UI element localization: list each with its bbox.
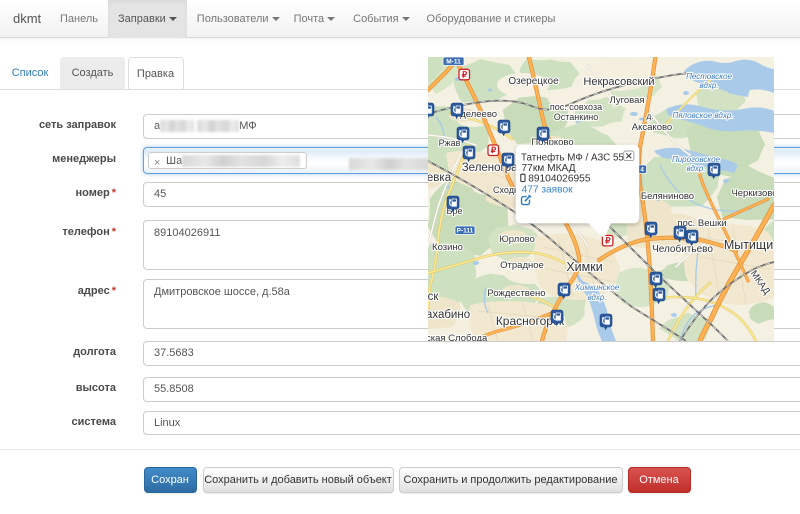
svg-text:Отрадное: Отрадное (500, 260, 544, 271)
svg-text:ахабино: ахабино (428, 309, 470, 321)
svg-text:477 заявок: 477 заявок (522, 185, 574, 196)
svg-text:М-11: М-11 (446, 59, 461, 66)
svg-text:₽: ₽ (462, 70, 468, 80)
svg-text:ск: ск (428, 291, 439, 303)
svg-text:₽: ₽ (605, 236, 611, 246)
svg-text:Озерецкое: Озерецкое (508, 76, 559, 87)
svg-text:Татнефть МФ / АЗС 55: Татнефть МФ / АЗС 55 (521, 152, 624, 163)
svg-text:вдхр.: вдхр. (699, 81, 718, 90)
svg-text:ская Слобода: ская Слобода (428, 333, 488, 341)
svg-text:Мытищи: Мытищи (724, 238, 773, 252)
svg-text:вдхр.: вдхр. (686, 164, 705, 173)
svg-text:77км МКАД: 77км МКАД (522, 163, 576, 174)
svg-text:Некрасовский: Некрасовский (583, 76, 654, 88)
svg-text:Козино: Козино (432, 242, 463, 253)
svg-text:Химкинское: Химкинское (574, 283, 620, 292)
svg-text:89104026955: 89104026955 (528, 174, 591, 185)
svg-text:Рождествено: Рождествено (487, 288, 545, 299)
svg-text:д.: д. (646, 111, 653, 121)
svg-text:Луговая: Луговая (610, 95, 645, 106)
svg-text:Пестовское: Пестовское (686, 72, 732, 81)
svg-text:пос. совхоза: пос. совхоза (550, 102, 602, 112)
svg-text:Пироговское: Пироговское (672, 155, 721, 164)
svg-text:₽: ₽ (491, 145, 497, 155)
svg-text:Р-111: Р-111 (457, 228, 474, 235)
svg-text:вдхр.: вдхр. (587, 293, 606, 302)
svg-text:Аксаково: Аксаково (632, 122, 672, 133)
svg-text:Юрлово: Юрлово (499, 234, 535, 245)
svg-text:Зеленоград: Зеленоград (462, 162, 525, 174)
svg-text:Останкино: Останкино (554, 112, 598, 122)
svg-text:4: 4 (640, 167, 644, 174)
svg-text:евка: евка (428, 172, 452, 184)
svg-text:Черкизово: Черкизово (731, 188, 774, 199)
svg-text:Пяловское вдхр.: Пяловское вдхр. (672, 111, 733, 120)
svg-text:Челобитьево: Челобитьево (652, 243, 713, 255)
svg-text:Сходн: Сходн (493, 185, 519, 195)
svg-text:Химки: Химки (566, 260, 602, 274)
svg-text:Беляниново: Беляниново (641, 191, 694, 202)
